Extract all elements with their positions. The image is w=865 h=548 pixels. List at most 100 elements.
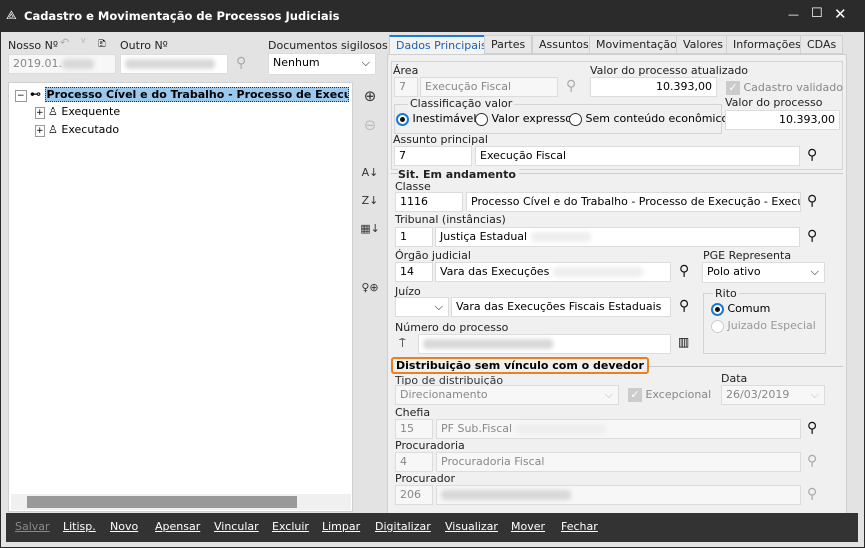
procuradoria-code-input[interactable]: 4 (395, 452, 433, 472)
numero-label: Número do processo (395, 321, 509, 334)
classe-code-input[interactable]: 1116 (395, 192, 463, 212)
close-button[interactable]: ✕ (834, 5, 847, 23)
search-icon[interactable]: ⚲ (566, 78, 576, 94)
vincular-button[interactable]: Vincular (214, 520, 259, 533)
tree-item-label: Executado (61, 123, 120, 136)
novo-button[interactable]: Novo (110, 520, 138, 533)
tab-informacoes[interactable]: Informações (726, 35, 808, 54)
data-label: Data (721, 372, 748, 385)
docs-value: Nenhum (273, 56, 320, 69)
chevron-down-icon: ⌵ (810, 388, 819, 401)
radio-comum[interactable]: Comum (711, 302, 770, 316)
info-note-icon[interactable]: 🗈 (98, 35, 106, 54)
tribunal-input[interactable]: Justiça Estadual (435, 227, 800, 247)
digitalizar-button[interactable]: Digitalizar (375, 520, 431, 533)
pge-select[interactable]: Polo ativo ⌵ (702, 262, 825, 283)
tree-root[interactable]: − ⊷ Processo Cível e do Trabalho - Proce… (15, 87, 349, 102)
classificacao-label: Classificação valor (408, 97, 515, 110)
juizo-select[interactable]: ⌵ (395, 297, 449, 317)
salvar-button[interactable]: Salvar (15, 520, 50, 533)
tab-cdas[interactable]: CDAs (800, 35, 844, 54)
apensar-button[interactable]: Apensar (155, 520, 200, 533)
tab-assuntos[interactable]: Assuntos (532, 35, 596, 54)
excluir-button[interactable]: Excluir (272, 520, 309, 533)
chefia-code-input[interactable]: 15 (395, 419, 433, 439)
tab-partes[interactable]: Partes (484, 35, 533, 54)
cadastro-validado-checkbox[interactable]: ✓ Cadastro validado (726, 81, 843, 95)
radio-label: Juizado Especial (727, 319, 816, 332)
orgao-input[interactable]: Varа das Execuções (435, 262, 671, 282)
litisp-button[interactable]: Litisp. (63, 520, 96, 533)
back-icon[interactable]: ↶ (60, 36, 69, 49)
tree-item-executado[interactable]: + ♙ Executado (35, 123, 120, 137)
add-icon[interactable]: ⊕ (360, 87, 380, 105)
tribunal-code-input[interactable]: 1 (395, 227, 433, 247)
valor-processo-input[interactable]: 10.393,00 (725, 110, 840, 130)
sort-za-icon[interactable]: Z↓ (360, 194, 380, 207)
fechar-button[interactable]: Fechar (561, 520, 598, 533)
excepcional-checkbox[interactable]: ✓ Excepcional (628, 388, 711, 402)
tab-valores[interactable]: Valores (676, 35, 730, 54)
search-icon[interactable]: ⚲ (807, 147, 817, 163)
area-code-input[interactable]: 7 (394, 77, 418, 97)
expand-icon[interactable]: + (35, 125, 45, 137)
barcode-icon[interactable]: ▥ (678, 335, 689, 349)
search-icon[interactable]: ⚲ (679, 263, 689, 279)
maximize-button[interactable]: ☐ (811, 6, 823, 21)
data-input[interactable]: 26/03/2019 ⌵ (721, 385, 825, 405)
mover-button[interactable]: Mover (511, 520, 545, 533)
chefia-label: Chefia (395, 406, 431, 419)
search-icon[interactable]: ⚲ (807, 193, 817, 209)
add-link-icon[interactable]: ♀⊕ (360, 281, 380, 294)
process-tree[interactable]: − ⊷ Processo Cível e do Trabalho - Proce… (8, 82, 353, 512)
tipo-select[interactable]: Direcionamento ⌵ (395, 385, 619, 405)
orgao-code-input[interactable]: 14 (395, 262, 433, 282)
visualizar-button[interactable]: Visualizar (445, 520, 498, 533)
minimize-button[interactable]: — (788, 8, 799, 21)
app-icon: ⟁ (6, 8, 17, 22)
radio-inestimavel[interactable]: Inestimável (396, 112, 476, 126)
procuradoria-input[interactable]: Procuradoria Fiscal (436, 452, 801, 472)
sort-az-icon[interactable]: A↓ (360, 166, 380, 179)
tab-dados-principais[interactable]: Dados Principais (389, 35, 494, 55)
radio-valor-expresso[interactable]: Valor expresso (475, 112, 572, 126)
search-icon[interactable]: ⚲ (807, 420, 817, 436)
pge-label: PGE Representa (703, 249, 792, 262)
docs-select[interactable]: Nenhum ⌵ (268, 53, 376, 75)
radio-label: Sem conteúdo econômico (585, 112, 729, 125)
radio-juizado-especial[interactable]: Juizado Especial (711, 319, 816, 333)
search-icon[interactable]: ⚲ (807, 486, 817, 502)
outro-input[interactable] (120, 54, 228, 74)
scrollbar-thumb[interactable] (27, 496, 297, 508)
chevron-down-icon[interactable]: ∨ (80, 36, 87, 46)
numero-input[interactable] (418, 334, 671, 354)
expand-icon[interactable]: + (35, 107, 45, 119)
outro-label: Outro Nº (120, 39, 168, 52)
area-input[interactable]: Execução Fiscal (420, 77, 558, 97)
search-icon[interactable]: ⚲ (807, 453, 817, 469)
limpar-button[interactable]: Limpar (322, 520, 360, 533)
juizo-input[interactable]: Vara das Execuções Fiscais Estaduais (451, 297, 671, 317)
classe-input[interactable]: Processo Cível e do Trabalho - Processo … (466, 192, 801, 212)
format-icon[interactable]: ⍑ (399, 337, 406, 351)
tipo-value: Direcionamento (400, 388, 488, 401)
search-icon[interactable]: ⚲ (807, 228, 817, 244)
radio-sem-conteudo[interactable]: Sem conteúdo econômico (569, 112, 728, 126)
tab-movimentacao[interactable]: Movimentação (589, 35, 684, 54)
remove-icon[interactable]: ⊖ (360, 116, 380, 134)
assunto-input[interactable]: Execução Fiscal (475, 146, 800, 166)
assunto-code-input[interactable]: 7 (394, 146, 472, 166)
search-icon[interactable]: ⚲ (236, 55, 246, 71)
procurador-label: Procurador (395, 472, 455, 485)
horizontal-scrollbar[interactable] (11, 494, 351, 510)
nosso-input[interactable]: 2019.01. (8, 54, 116, 74)
search-icon[interactable]: ⚲ (679, 298, 689, 314)
tree-item-exequente[interactable]: + ♙ Exequente (35, 105, 120, 119)
valor-atualizado-input[interactable]: 10.393,00 (590, 77, 717, 97)
tribunal-value: Justiça Estadual (440, 230, 528, 243)
sort-date-icon[interactable]: ▦↓ (360, 222, 380, 235)
procurador-input[interactable] (436, 485, 801, 505)
chefia-input[interactable]: PF Sub.Fiscal (436, 419, 801, 439)
collapse-icon[interactable]: − (15, 89, 27, 102)
procurador-code-input[interactable]: 206 (395, 485, 433, 505)
